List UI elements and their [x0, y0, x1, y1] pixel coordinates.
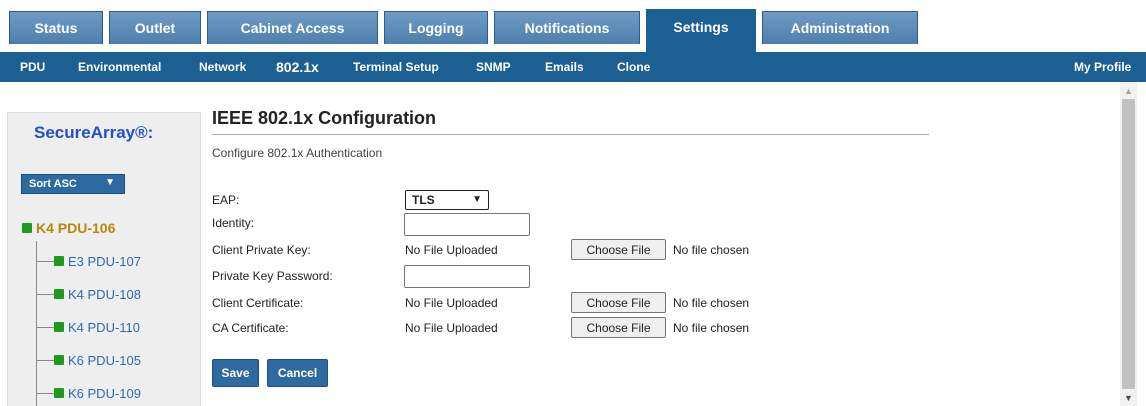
- tree-item-pdu[interactable]: E3 PDU-107: [36, 253, 141, 269]
- subnav-802-1x[interactable]: 802.1x: [276, 52, 319, 82]
- status-online-icon: [54, 355, 64, 365]
- cancel-button[interactable]: Cancel: [267, 359, 328, 387]
- tab-logging[interactable]: Logging: [384, 11, 488, 44]
- tree-root-label: K4 PDU-106: [36, 220, 116, 236]
- device-sidebar: SecureArray®: Sort ASC ▼ K4 PDU-106 E3 P…: [7, 112, 201, 406]
- client-private-key-status: No File Uploaded: [405, 243, 498, 257]
- chevron-down-icon: ▼: [472, 194, 482, 205]
- vertical-scrollbar[interactable]: ▲ ▼: [1120, 82, 1137, 406]
- subnav-clone[interactable]: Clone: [617, 52, 650, 82]
- client-private-key-file-name: No file chosen: [673, 243, 750, 257]
- client-private-key-label: Client Private Key:: [212, 243, 311, 257]
- private-key-password-label: Private Key Password:: [212, 269, 333, 283]
- tree-root-pdu[interactable]: K4 PDU-106: [22, 220, 115, 236]
- client-private-key-choose-file-button[interactable]: Choose File: [571, 239, 666, 260]
- page-title: IEEE 802.1x Configuration: [212, 108, 437, 128]
- identity-input[interactable]: [404, 213, 530, 236]
- eap-select-value: TLS: [412, 193, 435, 207]
- client-certificate-status: No File Uploaded: [405, 296, 498, 310]
- status-online-icon: [54, 256, 64, 266]
- tab-settings[interactable]: Settings: [646, 9, 756, 52]
- tree-item-pdu[interactable]: K6 PDU-105: [36, 352, 141, 368]
- chevron-down-icon: ▼: [105, 177, 115, 188]
- tree-item-label: K4 PDU-108: [68, 286, 141, 302]
- sort-select-value: Sort ASC: [29, 178, 77, 190]
- tree-item-pdu[interactable]: K6 PDU-109: [36, 385, 141, 401]
- identity-label: Identity:: [212, 216, 255, 230]
- main-content: IEEE 802.1x Configuration Configure 802.…: [212, 96, 932, 402]
- status-online-icon: [54, 322, 64, 332]
- status-online-icon: [22, 223, 32, 233]
- tree-item-label: K6 PDU-109: [68, 385, 141, 401]
- client-certificate-label: Client Certificate:: [212, 296, 304, 310]
- tree-item-label: K6 PDU-105: [68, 352, 141, 368]
- subnav-emails[interactable]: Emails: [545, 52, 584, 82]
- private-key-password-input[interactable]: [404, 265, 530, 288]
- eap-label: EAP:: [212, 193, 240, 207]
- subnav-network[interactable]: Network: [199, 52, 246, 82]
- ca-certificate-choose-file-button[interactable]: Choose File: [571, 317, 666, 338]
- top-tab-bar: Status Outlet Cabinet Access Logging Not…: [0, 0, 1146, 52]
- status-online-icon: [54, 289, 64, 299]
- sort-select[interactable]: Sort ASC ▼: [21, 174, 125, 194]
- eap-select[interactable]: TLS ▼: [405, 190, 489, 210]
- scroll-up-arrow-icon[interactable]: ▲: [1120, 82, 1137, 99]
- client-certificate-choose-file-button[interactable]: Choose File: [571, 292, 666, 313]
- title-divider: [212, 134, 929, 135]
- scroll-thumb[interactable]: [1122, 99, 1135, 389]
- tab-status[interactable]: Status: [9, 11, 103, 44]
- ca-certificate-label: CA Certificate:: [212, 321, 289, 335]
- page-subtitle: Configure 802.1x Authentication: [212, 146, 383, 160]
- subnav-environmental[interactable]: Environmental: [78, 52, 161, 82]
- sidebar-brand: SecureArray®:: [34, 123, 154, 142]
- tab-administration[interactable]: Administration: [762, 11, 918, 44]
- settings-subnav: PDU Environmental Network 802.1x Termina…: [0, 52, 1146, 82]
- tab-notifications[interactable]: Notifications: [494, 11, 640, 44]
- tree-item-label: K4 PDU-110: [68, 319, 141, 335]
- tree-item-label: E3 PDU-107: [68, 253, 141, 269]
- subnav-snmp[interactable]: SNMP: [476, 52, 511, 82]
- tree-item-pdu[interactable]: K4 PDU-108: [36, 286, 141, 302]
- ca-certificate-file-name: No file chosen: [673, 321, 750, 335]
- tab-cabinet-access[interactable]: Cabinet Access: [207, 11, 378, 44]
- tab-outlet[interactable]: Outlet: [109, 11, 201, 44]
- client-certificate-file-name: No file chosen: [673, 296, 750, 310]
- save-button[interactable]: Save: [212, 359, 259, 387]
- scroll-down-arrow-icon[interactable]: ▼: [1120, 389, 1137, 406]
- tree-item-pdu[interactable]: K4 PDU-110: [36, 319, 140, 335]
- ca-certificate-status: No File Uploaded: [405, 321, 498, 335]
- subnav-pdu[interactable]: PDU: [20, 52, 45, 82]
- status-online-icon: [54, 388, 64, 398]
- my-profile-link[interactable]: My Profile: [1074, 52, 1131, 82]
- subnav-terminal-setup[interactable]: Terminal Setup: [353, 52, 439, 82]
